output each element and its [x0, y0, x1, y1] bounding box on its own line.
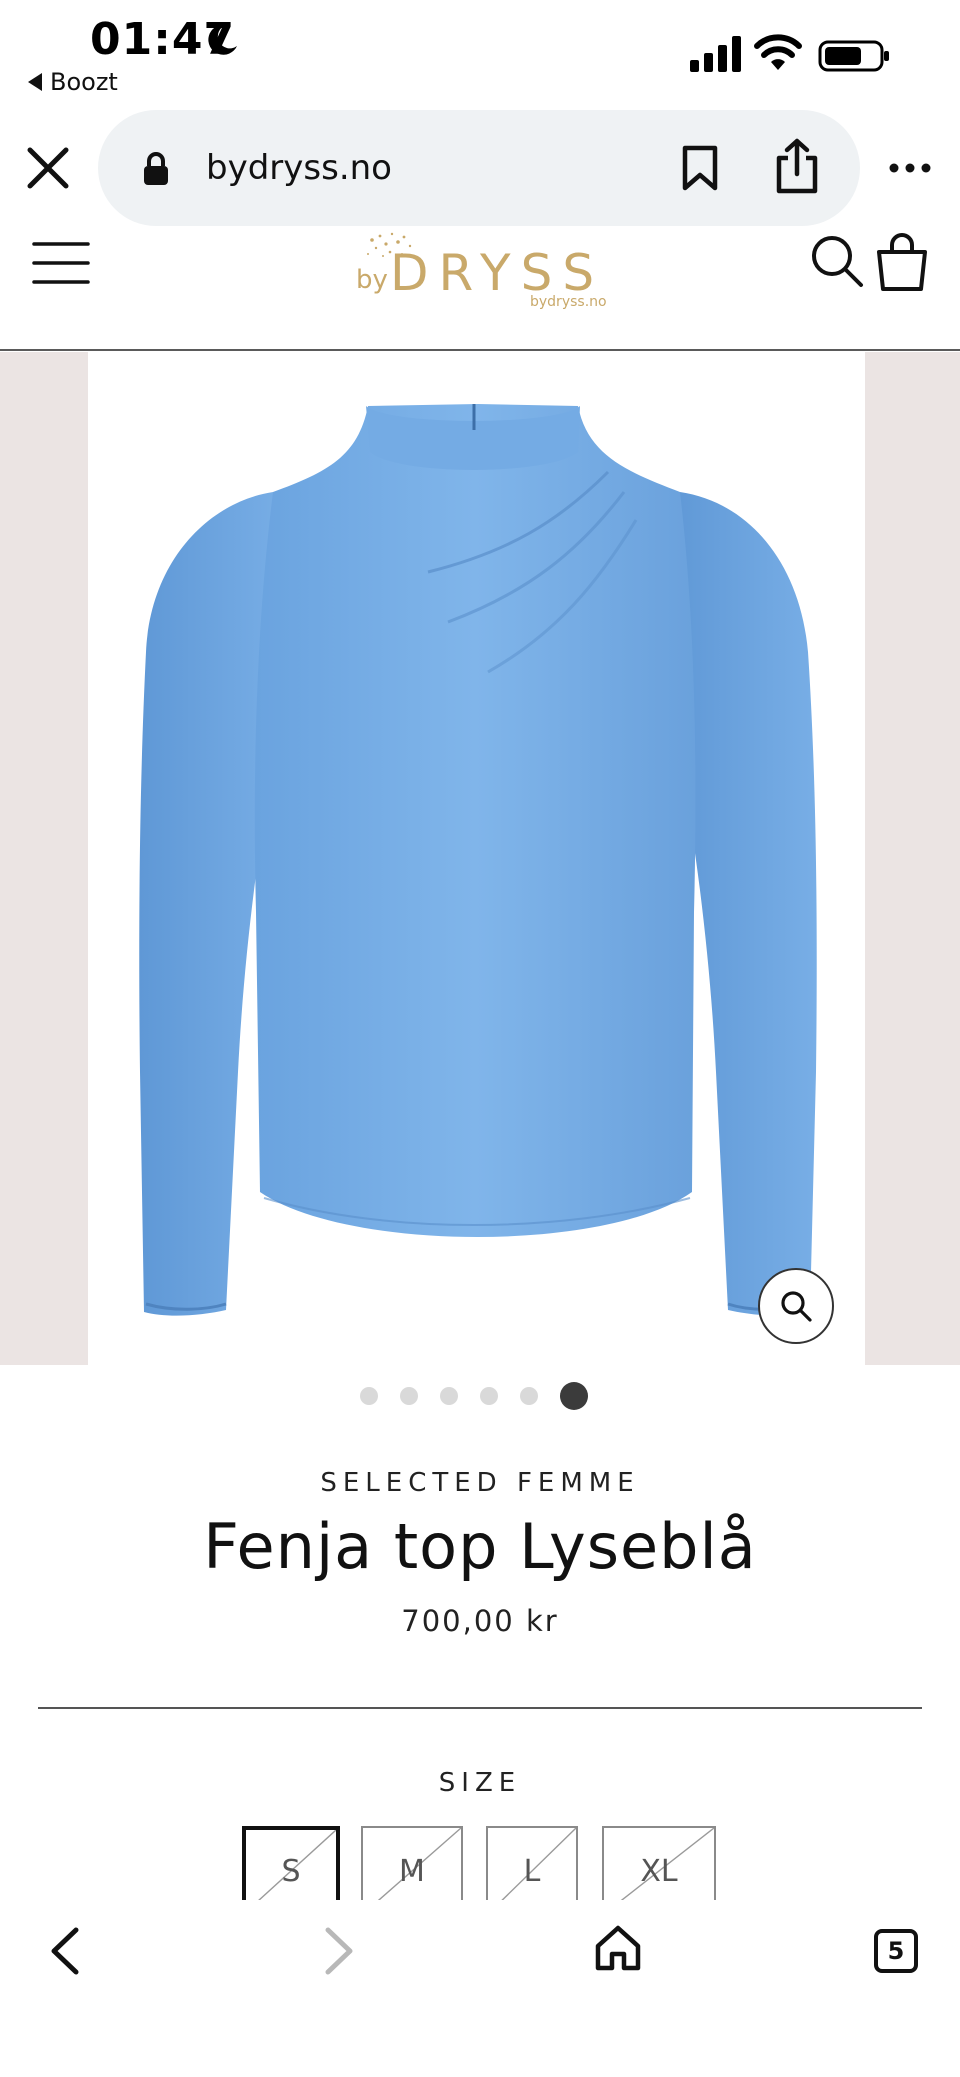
browser-toolbar [0, 1900, 960, 2077]
product-image[interactable] [88, 352, 865, 1365]
header-divider [0, 349, 960, 351]
shopping-bag-icon[interactable] [876, 232, 928, 292]
moon-icon [208, 24, 237, 55]
gallery-dot[interactable] [360, 1387, 378, 1405]
tabs-count: 5 [887, 1937, 905, 1965]
zoom-button[interactable] [758, 1268, 834, 1344]
cellular-signal-icon [690, 36, 741, 72]
browser-back-icon[interactable] [44, 1926, 84, 1976]
menu-icon[interactable] [32, 240, 90, 286]
bookmark-icon[interactable] [680, 145, 720, 191]
product-price: 700,00 kr [401, 1604, 559, 1638]
battery-icon [818, 40, 889, 72]
gallery-dot[interactable] [400, 1387, 418, 1405]
wifi-icon [754, 34, 802, 70]
gallery-dot[interactable] [560, 1382, 588, 1410]
size-option-label: L [523, 1853, 541, 1889]
gallery-next-image-edge[interactable] [865, 352, 960, 1365]
size-option-label: XL [640, 1853, 678, 1889]
url-text[interactable]: bydryss.no [206, 148, 392, 188]
gallery-dot[interactable] [520, 1387, 538, 1405]
gallery-prev-image-edge[interactable] [0, 352, 88, 1365]
home-icon[interactable] [594, 1924, 642, 1972]
product-title: Fenja top Lyseblå [203, 1510, 757, 1583]
share-icon[interactable] [774, 138, 820, 194]
browser-forward-icon[interactable] [320, 1926, 360, 1976]
back-to-app-link[interactable]: Boozt [28, 68, 118, 96]
blue-top-illustration [139, 404, 817, 1316]
gallery-dot[interactable] [440, 1387, 458, 1405]
close-icon[interactable] [26, 146, 70, 190]
more-options-icon[interactable] [888, 160, 932, 176]
lock-icon [144, 152, 168, 185]
back-triangle-icon [28, 73, 42, 91]
magnifier-icon [781, 1291, 812, 1322]
size-option-label: M [399, 1853, 425, 1889]
gallery-pagination [0, 1382, 960, 1410]
logo-domain: bydryss.no [530, 294, 607, 310]
size-option-label: S [281, 1853, 301, 1889]
size-label: SIZE [438, 1768, 522, 1798]
site-logo[interactable]: by DRYSS bydryss.no [350, 228, 610, 318]
tabs-button[interactable]: 5 [874, 1929, 918, 1973]
logo-by: by [356, 265, 388, 295]
info-divider [38, 1707, 922, 1709]
back-app-label: Boozt [50, 68, 118, 96]
search-icon[interactable] [810, 234, 864, 288]
gallery-dot[interactable] [480, 1387, 498, 1405]
product-brand[interactable]: SELECTED FEMME [0, 1468, 960, 1498]
